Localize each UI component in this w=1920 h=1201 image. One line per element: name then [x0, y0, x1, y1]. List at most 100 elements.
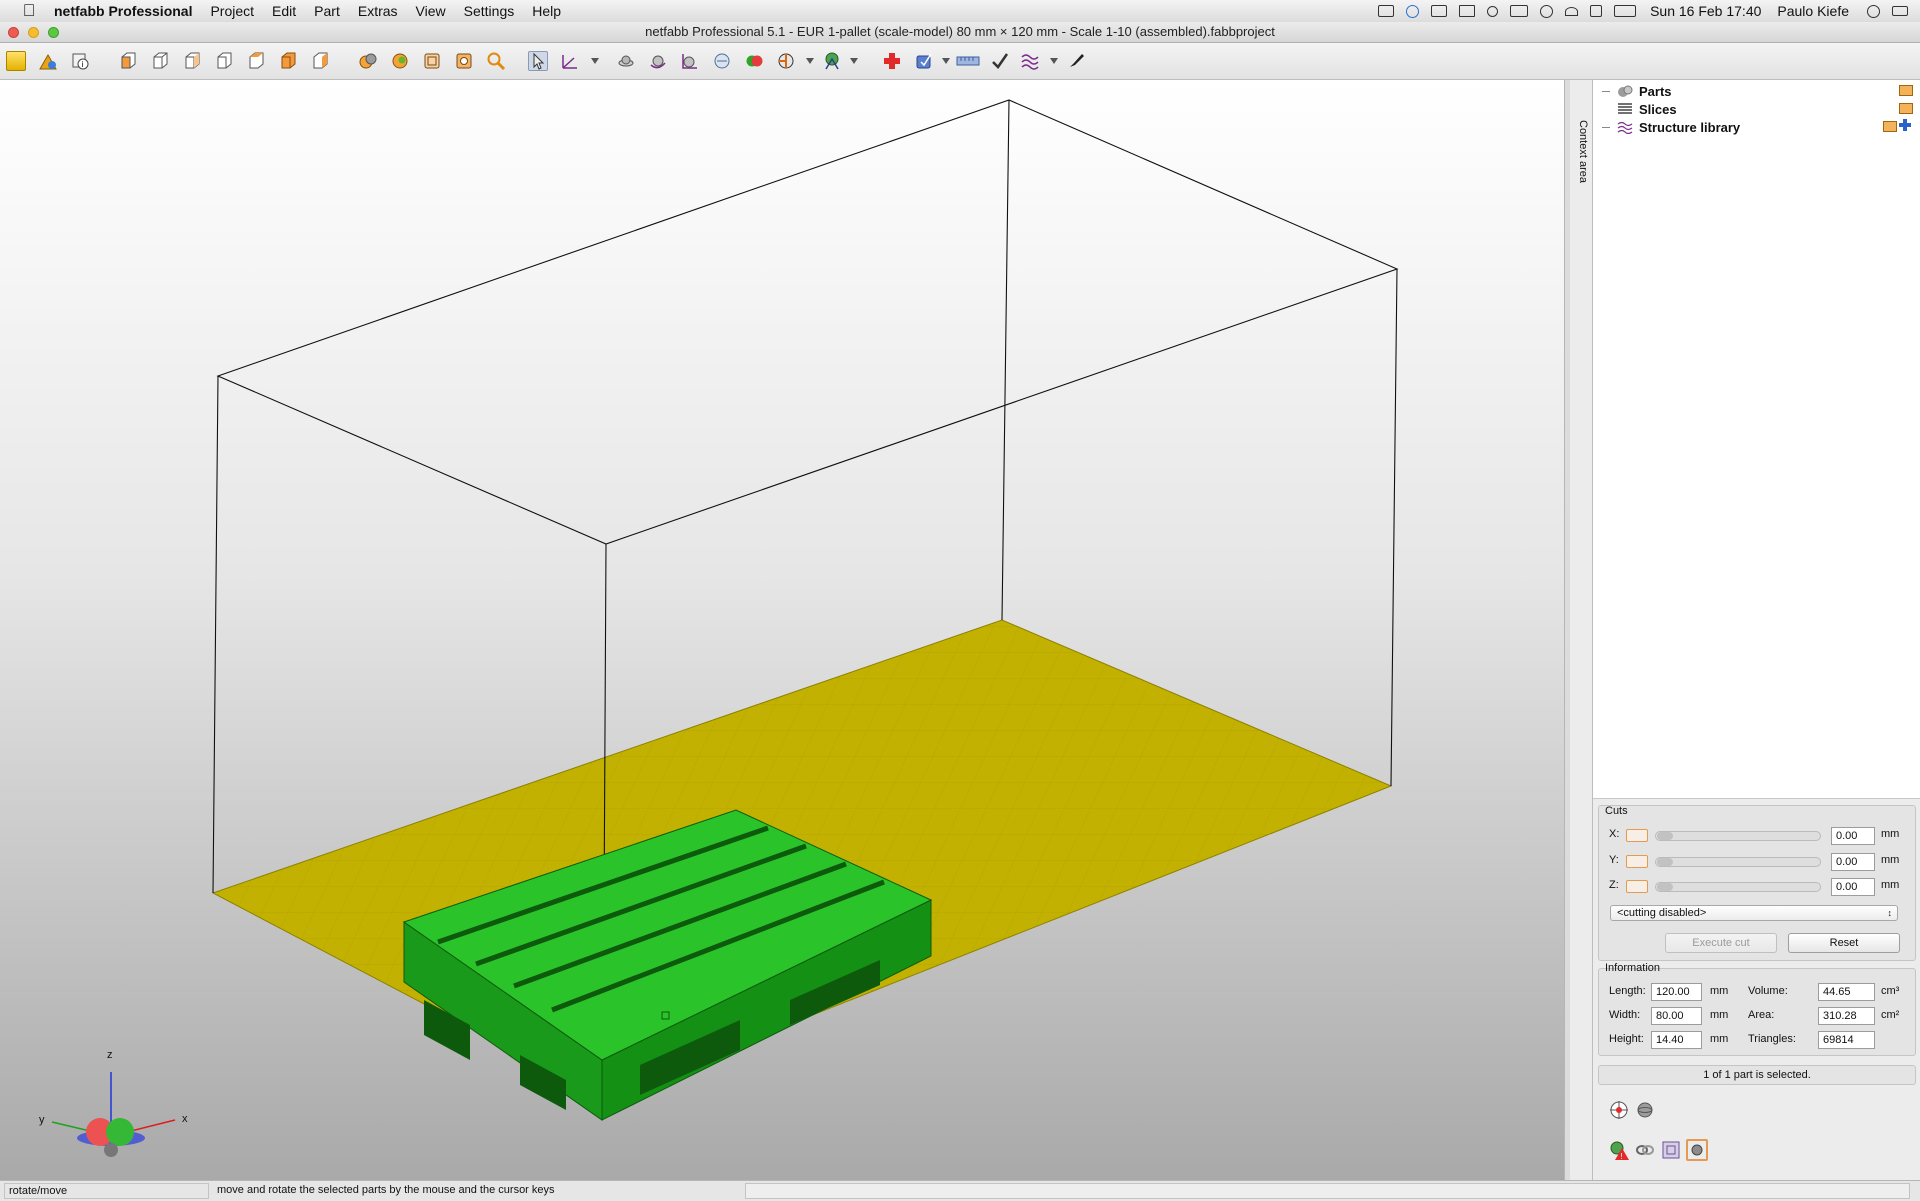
brush-icon[interactable]	[1066, 51, 1086, 71]
wifi-icon[interactable]	[1565, 6, 1579, 16]
apple-icon[interactable]: 	[20, 1, 38, 20]
cut-y-unit: mm	[1881, 854, 1900, 866]
time-machine-icon[interactable]	[1540, 4, 1554, 18]
wireframe-icon[interactable]	[422, 51, 442, 71]
tree-item-parts[interactable]: Parts	[1617, 82, 1672, 100]
part-info-icon[interactable]: i	[70, 51, 90, 71]
select-arrows-icon: ↕	[1887, 908, 1893, 918]
move-part-icon[interactable]	[616, 51, 636, 71]
cut-y-slider[interactable]	[1655, 857, 1821, 867]
height-label: Height:	[1609, 1033, 1644, 1045]
user-name[interactable]: Paulo Kiefe	[1777, 3, 1849, 19]
check-icon[interactable]	[990, 51, 1010, 71]
measure-dropdown-icon[interactable]	[591, 58, 599, 64]
cutting-mode-select[interactable]: <cutting disabled> ↕	[1610, 905, 1898, 921]
analyze-dropdown-icon[interactable]	[942, 58, 950, 64]
cut-y-label: Y:	[1609, 854, 1619, 866]
menubar-extra-icon[interactable]	[1378, 5, 1395, 17]
airplay-icon[interactable]	[1459, 5, 1476, 17]
volume-icon[interactable]	[1590, 5, 1603, 17]
view-back-icon[interactable]	[150, 51, 170, 71]
battery-icon[interactable]	[1614, 5, 1637, 17]
menu-project[interactable]: Project	[210, 3, 254, 19]
zoom-icon[interactable]	[486, 51, 506, 71]
boolean-icon[interactable]	[744, 51, 764, 71]
dropbox-icon[interactable]	[1406, 4, 1420, 18]
bluetooth-icon[interactable]	[1487, 5, 1499, 17]
zoom-window-button[interactable]	[48, 27, 59, 38]
support-icon[interactable]	[822, 51, 842, 71]
view-bottom-icon[interactable]	[278, 51, 298, 71]
select-pointer-icon[interactable]	[528, 51, 548, 71]
3d-viewport[interactable]: z x y	[0, 80, 1564, 1180]
context-area-tab[interactable]: Context area	[1570, 80, 1593, 1180]
menu-extras[interactable]: Extras	[358, 3, 398, 19]
cut-z-color[interactable]	[1626, 880, 1648, 893]
open-parts-folder-icon[interactable]	[1899, 85, 1913, 96]
view-front-icon[interactable]	[118, 51, 138, 71]
box-view-icon[interactable]	[1660, 1139, 1682, 1161]
support-dropdown-icon[interactable]	[850, 58, 858, 64]
open-slices-folder-icon[interactable]	[1899, 103, 1913, 114]
structure-icon[interactable]	[1020, 51, 1040, 71]
menu-help[interactable]: Help	[532, 3, 561, 19]
window-title: netfabb Professional 5.1 - EUR 1-pallet …	[645, 24, 1275, 39]
shade-parts-icon[interactable]	[390, 51, 410, 71]
open-project-icon[interactable]	[6, 51, 26, 71]
area-unit: cm²	[1881, 1009, 1900, 1021]
view-iso-icon[interactable]	[310, 51, 330, 71]
view-top-icon[interactable]	[246, 51, 266, 71]
tree-item-structure-library[interactable]: Structure library	[1617, 118, 1740, 136]
menu-edit[interactable]: Edit	[272, 3, 296, 19]
triangles-value: 69814	[1818, 1031, 1875, 1049]
add-structure-icon[interactable]	[1899, 119, 1911, 131]
scene-canvas[interactable]	[0, 80, 1564, 1180]
cut-y-color[interactable]	[1626, 855, 1648, 868]
menu-part[interactable]: Part	[314, 3, 340, 19]
sphere-icon[interactable]	[1634, 1099, 1656, 1121]
execute-cut-button[interactable]: Execute cut	[1665, 933, 1777, 953]
clock[interactable]: Sun 16 Feb 17:40	[1650, 3, 1761, 19]
cut-x-color[interactable]	[1626, 829, 1648, 842]
zoom-selection-icon[interactable]	[454, 51, 474, 71]
view-left-icon[interactable]	[182, 51, 202, 71]
axes-gizmo	[51, 1072, 176, 1157]
axis-label-z: z	[107, 1049, 113, 1061]
cut-z-input[interactable]: 0.00	[1831, 878, 1875, 896]
app-menu[interactable]: netfabb Professional	[54, 3, 192, 19]
repair-icon[interactable]	[882, 51, 902, 71]
menu-view[interactable]: View	[416, 3, 446, 19]
ruler-icon[interactable]	[956, 51, 980, 71]
add-part-icon[interactable]	[38, 51, 58, 71]
cut-x-slider[interactable]	[1655, 831, 1821, 841]
rotate-part-icon[interactable]	[648, 51, 668, 71]
view-right-icon[interactable]	[214, 51, 234, 71]
mirror-icon[interactable]	[712, 51, 732, 71]
cut-z-unit: mm	[1881, 879, 1900, 891]
cut-x-input[interactable]: 0.00	[1831, 827, 1875, 845]
notification-center-icon[interactable]	[1892, 6, 1908, 16]
spotlight-search-icon[interactable]	[1867, 4, 1880, 18]
slice-icon[interactable]	[776, 51, 796, 71]
render-mode-icon[interactable]	[1686, 1139, 1708, 1161]
analyze-icon[interactable]	[914, 51, 934, 71]
close-window-button[interactable]	[8, 27, 19, 38]
volume-label: Volume:	[1748, 985, 1788, 997]
download-icon[interactable]	[1431, 5, 1448, 17]
warning-repair-icon[interactable]: !	[1608, 1139, 1630, 1161]
color-parts-icon[interactable]	[358, 51, 378, 71]
tree-item-slices[interactable]: Slices	[1617, 100, 1677, 118]
minimize-window-button[interactable]	[28, 27, 39, 38]
cut-z-slider[interactable]	[1655, 882, 1821, 892]
measure-icon[interactable]	[560, 51, 580, 71]
open-structure-folder-icon[interactable]	[1883, 121, 1897, 132]
cut-y-input[interactable]: 0.00	[1831, 853, 1875, 871]
slice-dropdown-icon[interactable]	[806, 58, 814, 64]
link-icon[interactable]	[1634, 1139, 1656, 1161]
scale-part-icon[interactable]	[680, 51, 700, 71]
target-icon[interactable]	[1608, 1099, 1630, 1121]
reset-button[interactable]: Reset	[1788, 933, 1900, 953]
memory-icon[interactable]	[1510, 5, 1529, 17]
menu-settings[interactable]: Settings	[464, 3, 515, 19]
structure-dropdown-icon[interactable]	[1050, 58, 1058, 64]
